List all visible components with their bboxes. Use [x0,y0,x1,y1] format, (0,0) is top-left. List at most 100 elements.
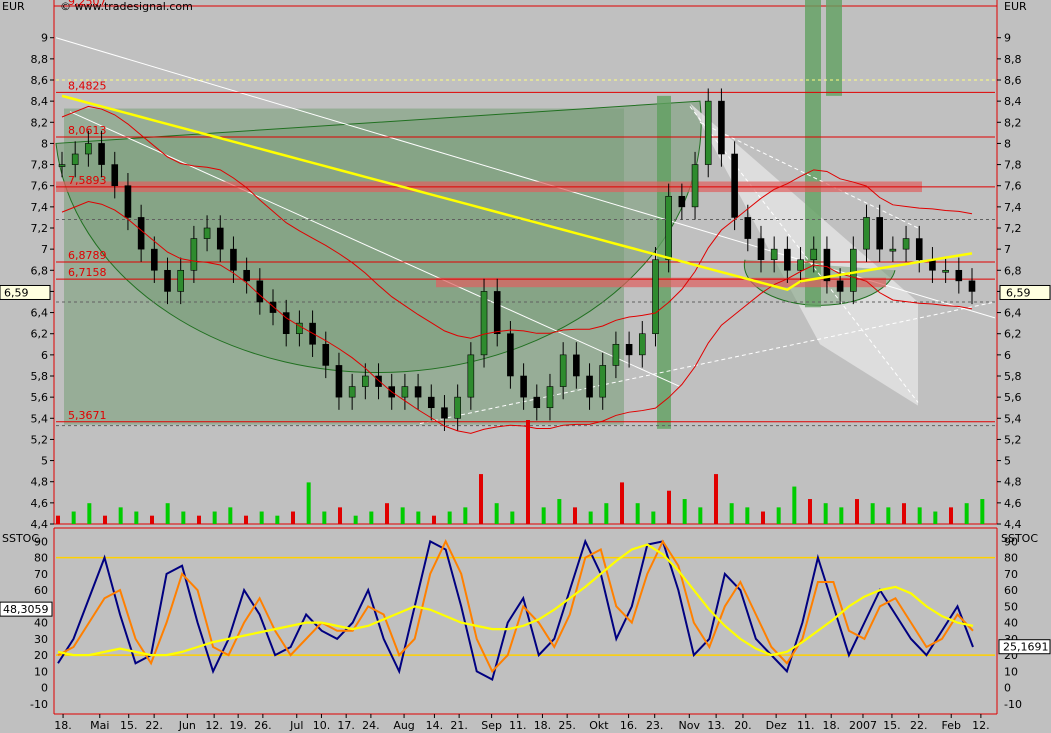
price-tick-label-right: 6,8 [1004,264,1022,277]
osc-value-label-right: 25,1691 [1003,641,1049,654]
candle-body [71,153,79,165]
volume-bar [573,507,577,524]
price-tick-label-left: 8,6 [31,74,49,87]
x-tick-label: Aug [393,719,414,732]
volume-bar [275,515,280,524]
osc-tick-label-left: 60 [34,584,48,597]
osc-tick-label-right: 90 [1004,535,1018,548]
volume-bar [902,503,906,524]
level-label: 8,0613 [68,124,107,137]
price-tick-label-left: 5,2 [31,433,49,446]
signal-bar-3 [826,0,842,96]
candle-body [625,343,633,356]
volume-bar [917,507,922,524]
candle-body [256,280,264,303]
x-tick-label: 11. [797,719,815,732]
volume-bar [980,499,985,524]
chart-root: EUR © www.tradesignal.com EUR 9,2507 4,4… [0,0,1051,733]
candle-body [533,396,541,409]
candle-body [942,269,949,273]
price-tick-label-right: 5,6 [1004,391,1022,404]
volume-bar [604,503,609,524]
candle-body [216,227,224,250]
x-tick-label: 19. [229,719,247,732]
price-unit-label: EUR [2,0,25,13]
volume-bar [808,499,812,524]
volume-bar [949,507,953,524]
candle-body [902,238,910,250]
stock-chart: EUR © www.tradesignal.com EUR 9,2507 4,4… [0,0,1051,733]
volume-bar [839,507,844,524]
volume-bar [620,482,624,524]
volume-bar [416,511,421,524]
price-tick-label-right: 6,4 [1004,307,1022,320]
volume-bar [526,420,530,524]
candle-body [322,343,330,366]
x-tick-label: 18. [534,719,552,732]
volume-bar [244,515,248,524]
volume-bar [150,515,154,524]
candle-body [704,100,712,165]
volume-bar [369,511,374,524]
x-tick-label: Nov [679,719,701,732]
volume-bar [181,511,186,524]
x-tick-label: 2007 [849,719,877,732]
candle-body [137,217,145,250]
candle-body [480,291,488,356]
candle-body [269,301,277,313]
volume-bar [870,503,875,524]
volume-bar [447,511,452,524]
x-tick-label: Sep [481,719,502,732]
volume-bar [792,486,797,524]
x-tick-label: 22. [910,719,928,732]
price-tick-label-right: 8,2 [1004,116,1022,129]
x-tick-label: 26. [254,719,272,732]
candle-body [164,269,171,292]
x-tick-label: 18. [54,719,72,732]
volume-bar [103,515,107,524]
osc-tick-label-right: -10 [1004,698,1022,711]
price-tick-label-left: 4,4 [31,518,49,531]
x-tick-label: 23. [646,719,664,732]
price-tick-label-right: 4,6 [1004,497,1022,510]
level-label: 6,7158 [68,266,107,279]
osc-tick-label-left: 90 [34,535,48,548]
x-tick-label: 21. [450,719,468,732]
level-label: 5,3671 [68,409,107,422]
x-tick-label: 25. [558,719,576,732]
price-tick-label-right: 5,8 [1004,370,1022,383]
volume-bar [510,511,515,524]
candle-body [731,153,738,218]
osc-tick-label-right: 0 [1004,682,1011,695]
osc-tick-label-right: 50 [1004,600,1018,613]
volume-bar [165,503,170,524]
volume-bar [682,499,687,524]
price-tick-label-left: 4,8 [31,476,49,489]
top-value-label: 9,2507 [68,0,107,8]
volume-bar [964,503,969,524]
osc-tick-label-right: 40 [1004,617,1018,630]
price-tick-label-left: 8,8 [31,53,49,66]
volume-bar [306,482,311,524]
candle-body [863,217,870,250]
candle-body [335,365,343,398]
candle-body [797,259,804,271]
volume-bar [228,507,233,524]
volume-bar [134,511,139,524]
candle-body [348,386,356,398]
volume-bar [494,503,499,524]
candle-body [889,248,897,252]
price-tick-label-right: 7,2 [1004,222,1022,235]
osc-tick-label-left: 80 [34,552,48,565]
price-tick-label-right: 9 [1004,32,1011,45]
candle-body [784,248,791,271]
candle-body [559,354,567,387]
x-tick-label: Mai [90,719,109,732]
price-tick-label-left: 7,4 [31,201,49,214]
x-tick-label: 15. [120,719,138,732]
candle-body [955,269,963,282]
candle-body [190,238,198,271]
price-tick-label-left: 7,2 [31,222,49,235]
x-tick-label: Okt [589,719,609,732]
price-tick-label-right: 8,6 [1004,74,1022,87]
